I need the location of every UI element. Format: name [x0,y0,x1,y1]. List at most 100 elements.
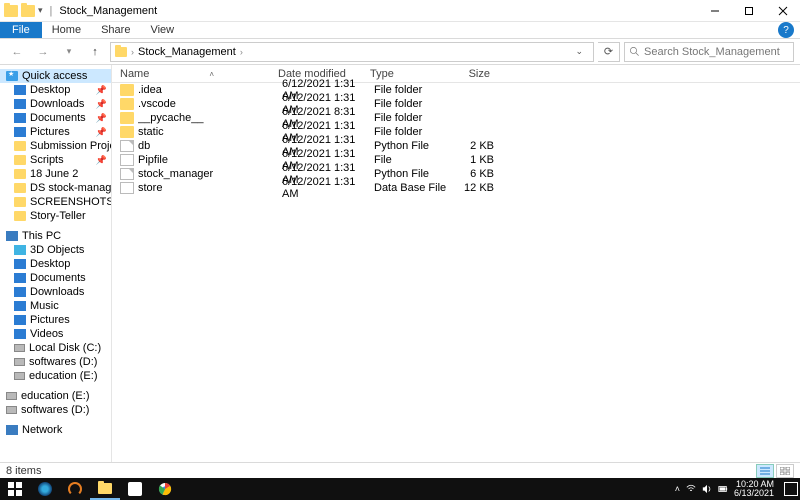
file-name: Pipfile [138,154,282,166]
column-header-size[interactable]: Size [444,68,490,80]
sidebar-item[interactable]: Desktop [0,257,111,271]
column-header-name[interactable]: Name˄ [120,68,278,80]
start-button[interactable] [0,478,30,500]
sidebar-label: This PC [22,230,61,242]
sidebar-item[interactable]: education (E:) [0,389,111,403]
sidebar-item-label: DS stock-management [30,182,112,194]
file-type: File folder [374,112,448,124]
file-row[interactable]: .idea6/12/2021 1:31 AMFile folder [112,83,800,97]
title-separator: | [50,5,53,17]
star-icon [6,71,18,81]
column-header-type[interactable]: Type [370,68,444,80]
breadcrumb-root[interactable]: Stock_Management [138,46,236,58]
file-icon [120,84,134,96]
folder-icon [14,183,26,193]
view-details-button[interactable] [756,464,774,478]
tab-home[interactable]: Home [42,22,91,38]
taskbar-app-1[interactable] [30,478,60,500]
sidebar-item-label: softwares (D:) [21,404,89,416]
file-row[interactable]: static6/12/2021 1:31 AMFile folder [112,125,800,139]
maximize-button[interactable] [732,0,766,22]
taskbar-app-3[interactable] [120,478,150,500]
file-name: __pycache__ [138,112,282,124]
chevron-right-icon[interactable]: › [240,47,243,57]
close-button[interactable] [766,0,800,22]
sidebar-item[interactable]: Story-Teller [0,209,111,223]
sidebar-network[interactable]: Network [0,423,111,437]
tab-share[interactable]: Share [91,22,140,38]
item-icon [14,372,25,380]
recent-dropdown-icon[interactable]: ▾ [58,42,80,62]
sidebar-item[interactable]: Local Disk (C:) [0,341,111,355]
file-row[interactable]: .vscode6/12/2021 1:31 AMFile folder [112,97,800,111]
address-bar[interactable]: › Stock_Management › ⌄ [110,42,594,62]
sidebar-item[interactable]: Music [0,299,111,313]
help-icon[interactable]: ? [778,22,794,38]
search-input[interactable]: Search Stock_Management [624,42,794,62]
forward-button[interactable]: → [32,42,54,62]
back-button[interactable]: ← [6,42,28,62]
address-dropdown-icon[interactable]: ⌄ [569,46,589,57]
sidebar-this-pc[interactable]: This PC [0,229,111,243]
volume-icon[interactable] [702,484,712,494]
taskbar-chrome[interactable] [150,478,180,500]
search-icon [629,46,640,57]
file-row[interactable]: __pycache__6/12/2021 8:31 AMFile folder [112,111,800,125]
qat-dropdown-icon[interactable]: ▾ [38,5,43,16]
notification-center-icon[interactable] [784,482,798,496]
sidebar-item[interactable]: Pictures [0,313,111,327]
sidebar-item[interactable]: Documents [0,271,111,285]
sidebar-item[interactable]: Documents 📌 [0,111,111,125]
chevron-right-icon[interactable]: › [131,47,134,57]
refresh-button[interactable]: ⟳ [598,42,620,62]
tab-view[interactable]: View [140,22,184,38]
app-folder-icon [4,5,18,17]
sidebar-item[interactable]: Submission Projects📌 [0,139,111,153]
taskbar-clock[interactable]: 10:20 AM 6/13/2021 [734,480,774,498]
sidebar-item-label: Music [30,300,59,312]
sidebar-item[interactable]: Desktop📌 [0,83,111,97]
file-type: File folder [374,84,448,96]
sidebar-item[interactable]: Downloads [0,285,111,299]
view-large-icons-button[interactable] [776,464,794,478]
file-row[interactable]: db6/12/2021 1:31 AMPython File2 KB [112,139,800,153]
taskbar-app-2[interactable] [60,478,90,500]
pin-icon: 📌 [96,99,107,110]
sidebar-item[interactable]: SCREENSHOTS [0,195,111,209]
tab-file[interactable]: File [0,22,42,38]
pin-icon: 📌 [96,113,107,124]
pin-icon: 📌 [96,155,107,166]
sidebar-quick-access[interactable]: Quick access [0,69,111,83]
file-date: 6/12/2021 1:31 AM [282,176,374,200]
disk-icon [6,406,17,414]
sidebar-item[interactable]: Scripts📌 [0,153,111,167]
taskbar-explorer[interactable] [90,478,120,500]
qat-folder-icon[interactable] [21,5,35,17]
sidebar-item-label: SCREENSHOTS [30,196,112,208]
sidebar-item[interactable]: softwares (D:) [0,403,111,417]
file-name: store [138,182,282,194]
sidebar-item[interactable]: 18 June 2 [0,167,111,181]
sidebar-item-label: Pictures [30,314,70,326]
file-row[interactable]: Pipfile6/12/2021 1:31 AMFile1 KB [112,153,800,167]
minimize-button[interactable] [698,0,732,22]
sidebar-item-label: Documents [30,112,86,124]
sidebar-item[interactable]: Downloads📌 [0,97,111,111]
sidebar-item[interactable]: Pictures📌 [0,125,111,139]
sort-asc-icon: ˄ [209,70,214,79]
file-row[interactable]: store6/12/2021 1:31 AMData Base File12 K… [112,181,800,195]
file-row[interactable]: stock_manager6/12/2021 1:31 AMPython Fil… [112,167,800,181]
sidebar-item[interactable]: 3D Objects [0,243,111,257]
sidebar-item[interactable]: education (E:) [0,369,111,383]
tray-chevron-icon[interactable]: ˄ [675,484,680,494]
up-button[interactable]: ↑ [84,42,106,62]
battery-icon[interactable] [718,484,728,494]
file-list[interactable]: Name˄ Date modified Type Size .idea6/12/… [112,65,800,462]
sidebar-item[interactable]: softwares (D:) [0,355,111,369]
sidebar-item-label: 18 June 2 [30,168,78,180]
wifi-icon[interactable] [686,484,696,494]
sidebar-item[interactable]: Videos [0,327,111,341]
file-name: stock_manager [138,168,282,180]
sidebar-item[interactable]: DS stock-management [0,181,111,195]
folder-icon [14,169,26,179]
